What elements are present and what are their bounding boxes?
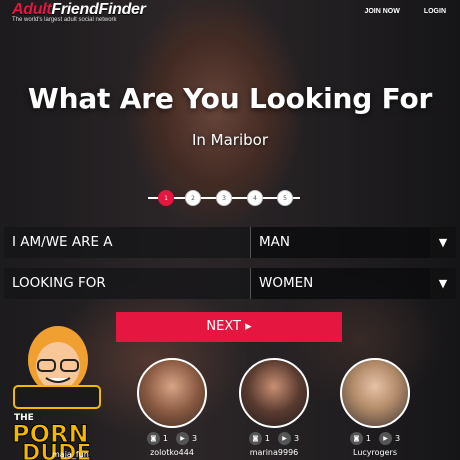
looking-select[interactable]: WOMEN ▼ — [250, 268, 456, 299]
profile-card[interactable]: ◙ 1 ▶ 3 zolotko444 — [122, 358, 222, 457]
porn-dude-badge[interactable]: THE PORN DUDE — [4, 320, 112, 460]
chevron-down-icon[interactable]: ▼ — [430, 268, 456, 299]
video-count: 3 — [294, 434, 300, 443]
laptop-icon — [13, 385, 101, 409]
photo-count: 1 — [162, 434, 168, 443]
login-link[interactable]: LOGIN — [424, 8, 446, 15]
avatar[interactable] — [137, 358, 207, 428]
profile-name[interactable]: Lucyrogers — [325, 448, 425, 457]
camera-icon: ◙ — [248, 432, 262, 445]
chevron-down-icon[interactable]: ▼ — [430, 227, 456, 258]
avatar[interactable] — [239, 358, 309, 428]
step-3: 3 — [216, 190, 232, 206]
play-icon: ▶ — [379, 432, 392, 445]
step-indicator: 1 2 3 4 5 — [148, 189, 300, 207]
play-icon: ▶ — [278, 432, 291, 445]
profile-stats: ◙ 1 ▶ 3 — [224, 432, 324, 445]
profile-card[interactable]: ◙ 1 ▶ 3 marina9996 — [224, 358, 324, 457]
top-nav: JOIN NOW LOGIN — [364, 8, 446, 15]
step-4: 4 — [247, 190, 263, 206]
profile-card[interactable]: ◙ 1 ▶ 3 Lucyrogers — [325, 358, 425, 457]
step-5: 5 — [277, 190, 293, 206]
iam-select[interactable]: MAN ▼ — [250, 227, 456, 258]
video-count: 3 — [395, 434, 401, 443]
iam-label: I AM/WE ARE A — [4, 227, 250, 258]
profile-name[interactable]: marina9996 — [224, 448, 324, 457]
play-icon: ▶ — [176, 432, 189, 445]
profile-name[interactable]: zolotko444 — [122, 448, 222, 457]
photo-count: 1 — [365, 434, 371, 443]
step-2: 2 — [185, 190, 201, 206]
looking-row: LOOKING FOR WOMEN ▼ — [4, 268, 456, 299]
camera-icon: ◙ — [146, 432, 160, 445]
iam-select-value: MAN — [259, 234, 290, 250]
partial-profile-name[interactable]: maja_fun — [52, 450, 89, 459]
step-1: 1 — [158, 190, 174, 206]
profile-stats: ◙ 1 ▶ 3 — [122, 432, 222, 445]
video-count: 3 — [192, 434, 198, 443]
location-subtitle: In Maribor — [191, 131, 269, 149]
next-button[interactable]: NEXT ▸ — [116, 312, 342, 342]
photo-count: 1 — [264, 434, 270, 443]
join-now-link[interactable]: JOIN NOW — [364, 8, 399, 15]
profile-stats: ◙ 1 ▶ 3 — [325, 432, 425, 445]
avatar[interactable] — [340, 358, 410, 428]
camera-icon: ◙ — [349, 432, 363, 445]
looking-label: LOOKING FOR — [4, 268, 250, 299]
site-logo[interactable]: AdultFriendFinder The world's largest ad… — [12, 0, 152, 23]
looking-select-value: WOMEN — [259, 275, 314, 291]
iam-row: I AM/WE ARE A MAN ▼ — [4, 227, 456, 258]
page-title: What Are You Looking For — [27, 82, 433, 115]
logo-word-brand: FriendFinder — [51, 1, 146, 18]
logo-word-adult: Adult — [12, 1, 52, 18]
